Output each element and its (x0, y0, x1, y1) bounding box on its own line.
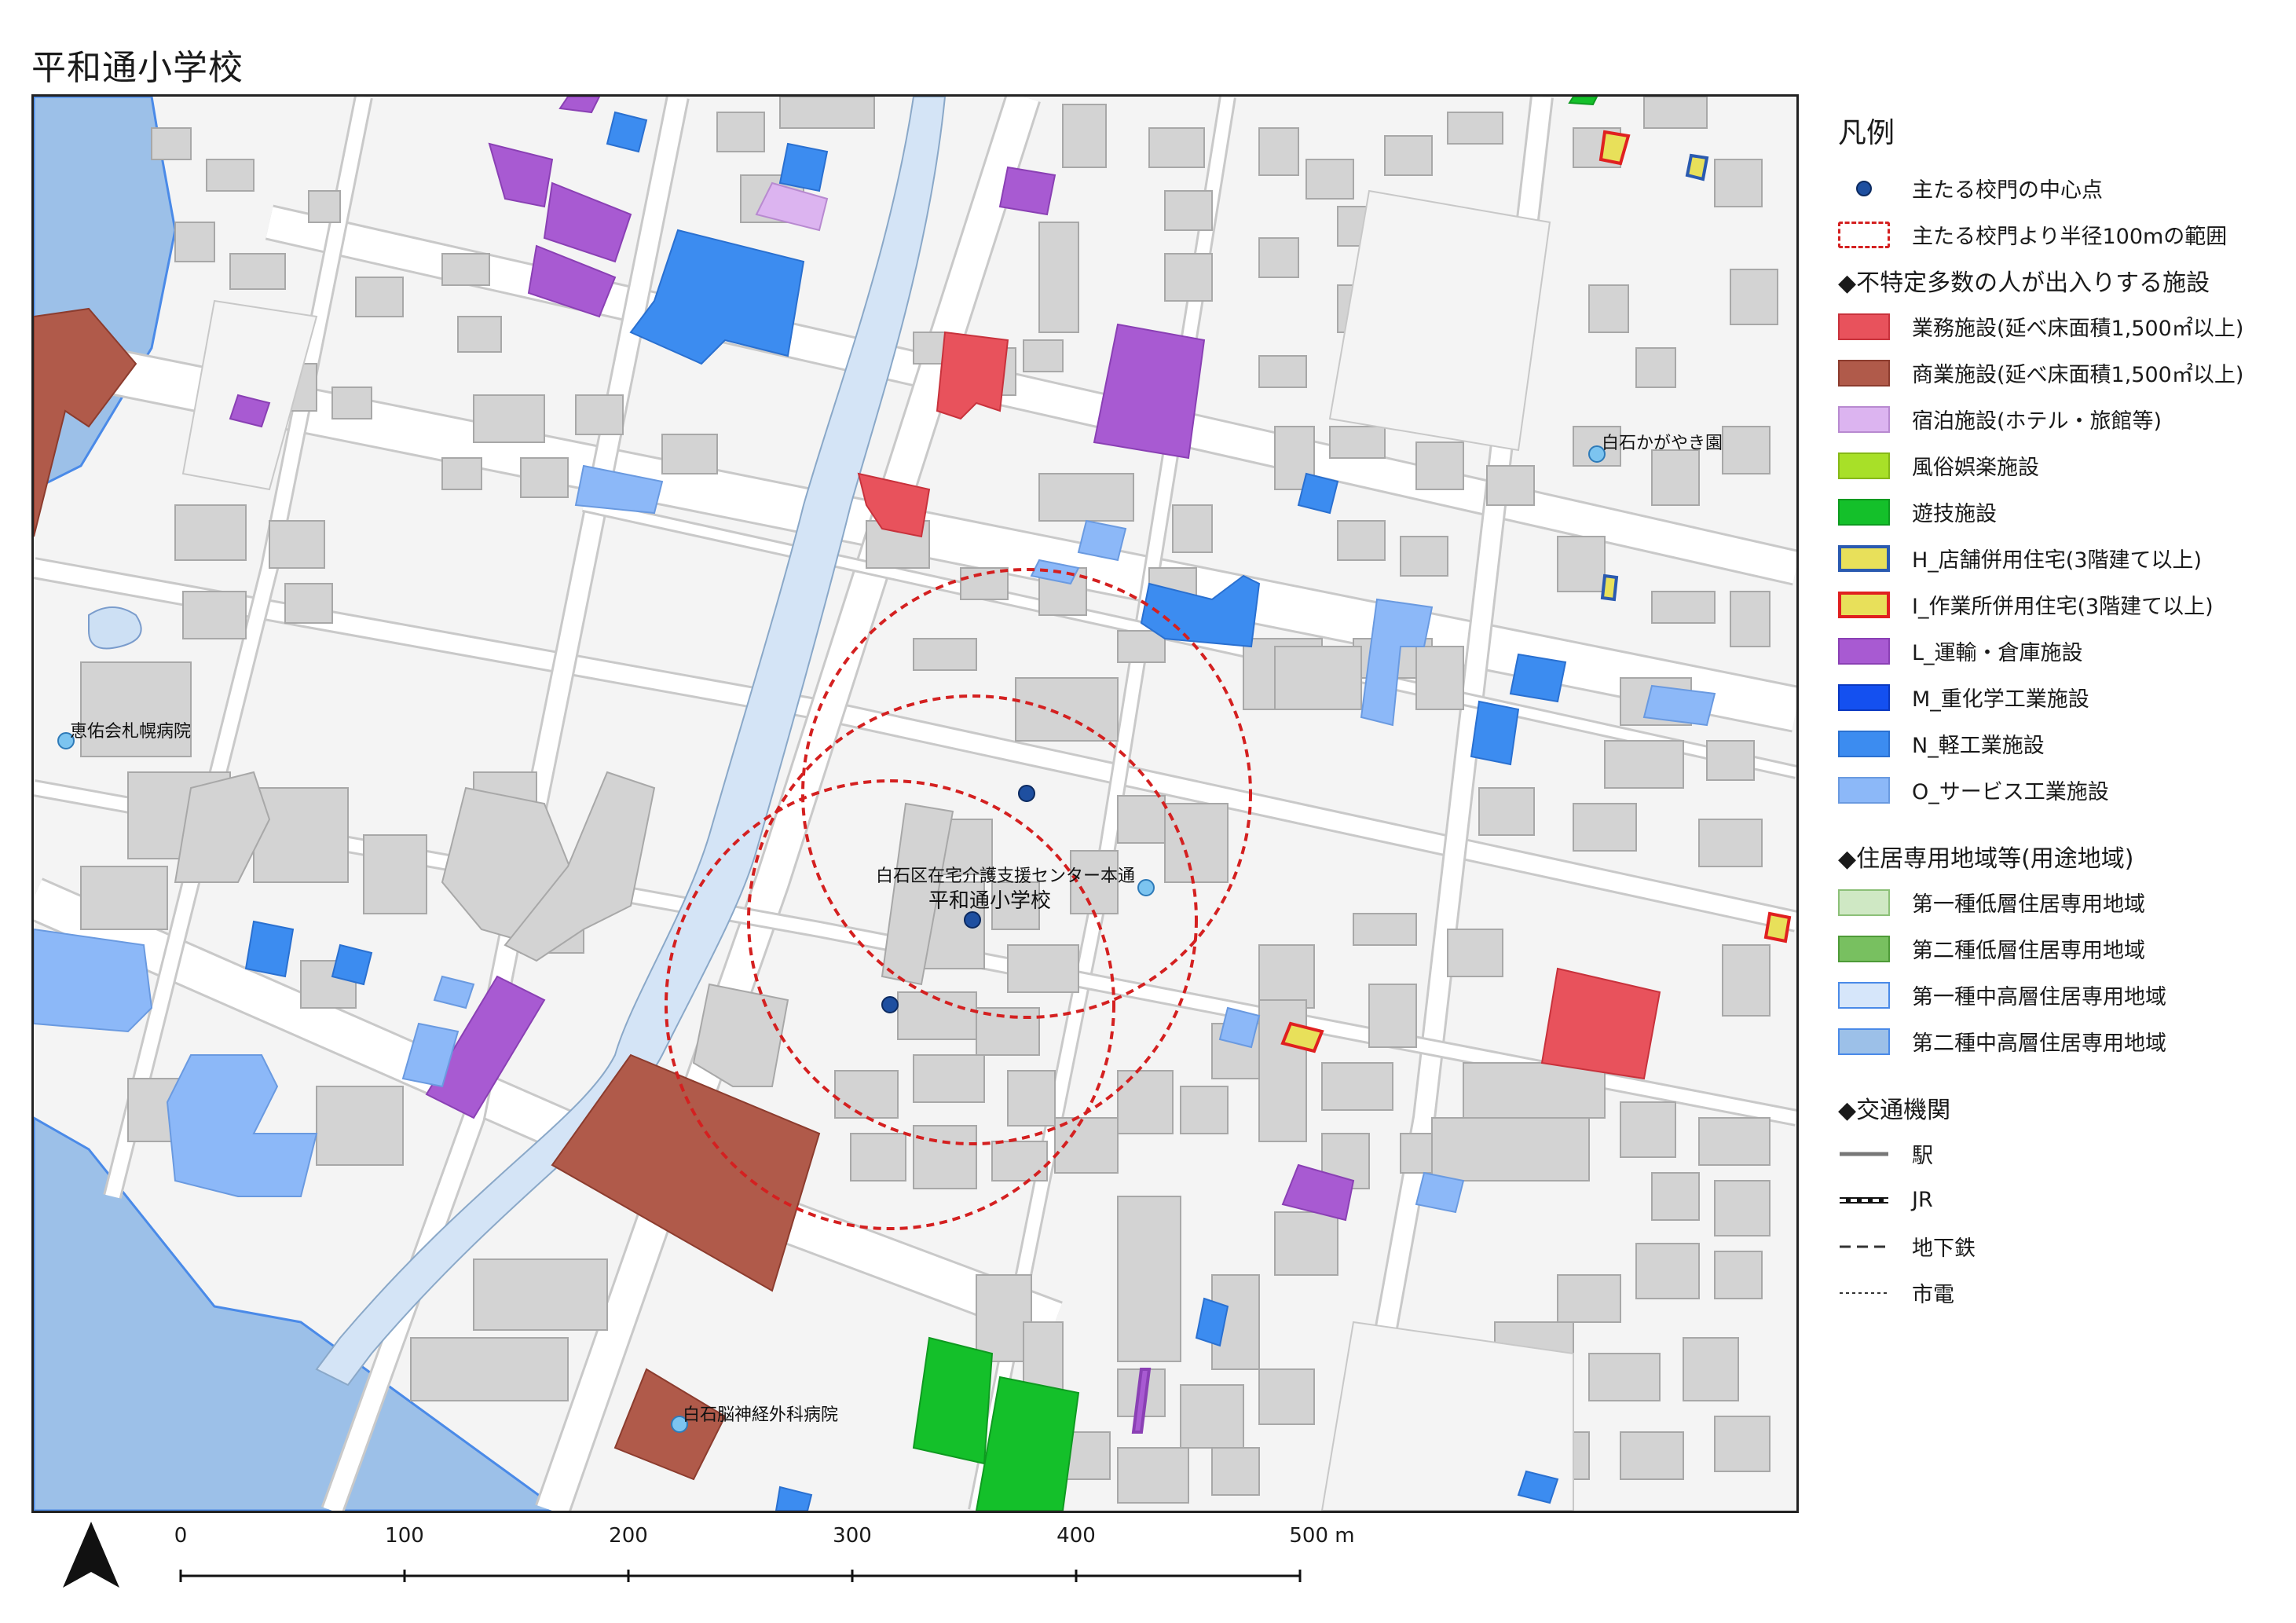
label-kagayaki: 白石かがやき園 (1602, 434, 1723, 453)
legend-label: 第一種中高層住居専用地域 (1912, 985, 2166, 1009)
legend: 凡例 主たる校門の中心点 主たる校門より半径100mの範囲 ◆不特定多数の人が出… (1838, 110, 2278, 1316)
legend-label: 遊技施設 (1912, 502, 1997, 526)
legend-zone-row: 第二種中高層住居専用地域 (1838, 1018, 2278, 1064)
scale-tick-label: 300 (833, 1524, 872, 1548)
legend-line-icon (1838, 1187, 1890, 1214)
legend-line-icon (1838, 1141, 1890, 1167)
legend-zone-row: 第二種低層住居専用地域 (1838, 925, 2278, 972)
poi-care-center (1137, 879, 1155, 896)
legend-swatch (1838, 452, 1890, 479)
label-care-center: 白石区在宅介護支援センター本通 (876, 866, 1135, 886)
legend-transport-row: 市電 (1838, 1269, 2278, 1316)
legend-facility-row: 商業施設(延べ床面積1,500㎡以上) (1838, 350, 2278, 396)
legend-swatch (1838, 405, 1890, 433)
legend-facility-row: I_作業所併用住宅(3階建て以上) (1838, 581, 2278, 628)
legend-label: 駅 (1912, 1144, 1933, 1168)
legend-swatch (1838, 313, 1890, 340)
legend-label: JR (1912, 1188, 1933, 1212)
legend-heading-facilities: ◆不特定多数の人が出入りする施設 (1838, 269, 2210, 297)
gate-point-icon (1838, 175, 1890, 202)
legend-swatch (1838, 683, 1890, 711)
legend-swatch (1838, 776, 1890, 804)
legend-label: H_店舗併用住宅(3階建て以上) (1912, 548, 2203, 573)
gate-point-3 (881, 996, 899, 1013)
legend-zone-row: 第一種中高層住居専用地域 (1838, 972, 2278, 1018)
legend-facility-row: O_サービス工業施設 (1838, 767, 2278, 813)
legend-swatch (1838, 544, 1890, 572)
legend-label: 業務施設(延べ床面積1,500㎡以上) (1912, 317, 2244, 341)
legend-swatch (1838, 730, 1890, 757)
legend-swatch (1838, 637, 1890, 665)
label-hospital-keiyu: 恵佑会札幌病院 (70, 722, 191, 742)
legend-label: N_軽工業施設 (1912, 734, 2045, 758)
legend-swatch (1838, 981, 1890, 1009)
map-frame[interactable]: 白石区在宅介護支援センター本通 平和通小学校 白石かがやき園 恵佑会札幌病院 白… (31, 94, 1799, 1513)
scale-tick-label: 500 m (1289, 1524, 1355, 1548)
legend-label: 第二種低層住居専用地域 (1912, 939, 2145, 963)
legend-facility-row: 業務施設(延べ床面積1,500㎡以上) (1838, 303, 2278, 350)
legend-label: 第一種低層住居専用地域 (1912, 892, 2145, 917)
legend-swatch (1838, 591, 1890, 618)
legend-label: I_作業所併用住宅(3階建て以上) (1912, 595, 2214, 619)
legend-heading-transport: ◆交通機関 (1838, 1097, 1951, 1124)
label-school: 平和通小学校 (928, 889, 1051, 913)
legend-swatch (1838, 888, 1890, 916)
legend-label: 主たる校門の中心点 (1912, 178, 2103, 203)
legend-line-icon (1838, 1233, 1890, 1260)
map-canvas[interactable]: 白石区在宅介護支援センター本通 平和通小学校 白石かがやき園 恵佑会札幌病院 白… (34, 97, 1796, 1511)
legend-label: 風俗娯楽施設 (1912, 456, 2039, 480)
legend-gate-point: 主たる校門の中心点 (1838, 165, 2278, 211)
scale-tick-label: 400 (1056, 1524, 1096, 1548)
legend-swatch (1838, 935, 1890, 962)
legend-label: 地下鉄 (1912, 1236, 1976, 1261)
legend-facility-row: 風俗娯楽施設 (1838, 442, 2278, 489)
legend-label: 主たる校門より半径100mの範囲 (1912, 225, 2228, 249)
legend-label: O_サービス工業施設 (1912, 780, 2109, 804)
gate-point-2 (964, 911, 981, 929)
legend-facility-row: H_店舗併用住宅(3階建て以上) (1838, 535, 2278, 581)
legend-label: 宿泊施設(ホテル・旅館等) (1912, 409, 2162, 434)
scale-tick-label: 200 (609, 1524, 648, 1548)
dashed-box-icon (1838, 221, 1890, 248)
scale-tick-label: 100 (385, 1524, 424, 1548)
zone-legend-list: 第一種低層住居専用地域 第二種低層住居専用地域 第一種中高層住居専用地域 第二種中高層… (1838, 879, 2278, 1064)
legend-label: 商業施設(延べ床面積1,500㎡以上) (1912, 363, 2244, 387)
scale-tick-label: 0 (174, 1524, 188, 1548)
legend-swatch (1838, 359, 1890, 387)
legend-heading-zones: ◆住居専用地域等(用途地域) (1838, 845, 2134, 873)
legend-facility-row: N_軽工業施設 (1838, 720, 2278, 767)
facility-legend-list: 業務施設(延べ床面積1,500㎡以上) 商業施設(延べ床面積1,500㎡以上) 宿泊… (1838, 303, 2278, 813)
legend-label: M_重化学工業施設 (1912, 687, 2089, 712)
legend-line-icon (1838, 1280, 1890, 1306)
gate-point-1 (1018, 785, 1035, 802)
legend-swatch (1838, 1028, 1890, 1055)
legend-transport-row: JR (1838, 1177, 2278, 1223)
legend-swatch (1838, 498, 1890, 526)
legend-radius: 主たる校門より半径100mの範囲 (1838, 211, 2278, 258)
legend-facility-row: L_運輸・倉庫施設 (1838, 628, 2278, 674)
legend-facility-row: 遊技施設 (1838, 489, 2278, 535)
page-title: 平和通小学校 (31, 48, 244, 88)
legend-facility-row: M_重化学工業施設 (1838, 674, 2278, 720)
legend-title: 凡例 (1838, 117, 1895, 149)
legend-label: 第二種中高層住居専用地域 (1912, 1031, 2166, 1056)
legend-zone-row: 第一種低層住居専用地域 (1838, 879, 2278, 925)
transport-legend-list: 駅 JR 地下鉄市電 (1838, 1130, 2278, 1316)
legend-label: L_運輸・倉庫施設 (1912, 641, 2083, 665)
label-hospital-neuro: 白石脳神経外科病院 (683, 1405, 838, 1425)
legend-transport-row: 駅 (1838, 1130, 2278, 1177)
legend-facility-row: 宿泊施設(ホテル・旅館等) (1838, 396, 2278, 442)
legend-label: 市電 (1912, 1283, 1954, 1307)
legend-transport-row: 地下鉄 (1838, 1223, 2278, 1269)
scale-bar: 0 100 200 300 400 500 m (174, 1524, 1355, 1587)
north-arrow-icon (63, 1522, 119, 1588)
